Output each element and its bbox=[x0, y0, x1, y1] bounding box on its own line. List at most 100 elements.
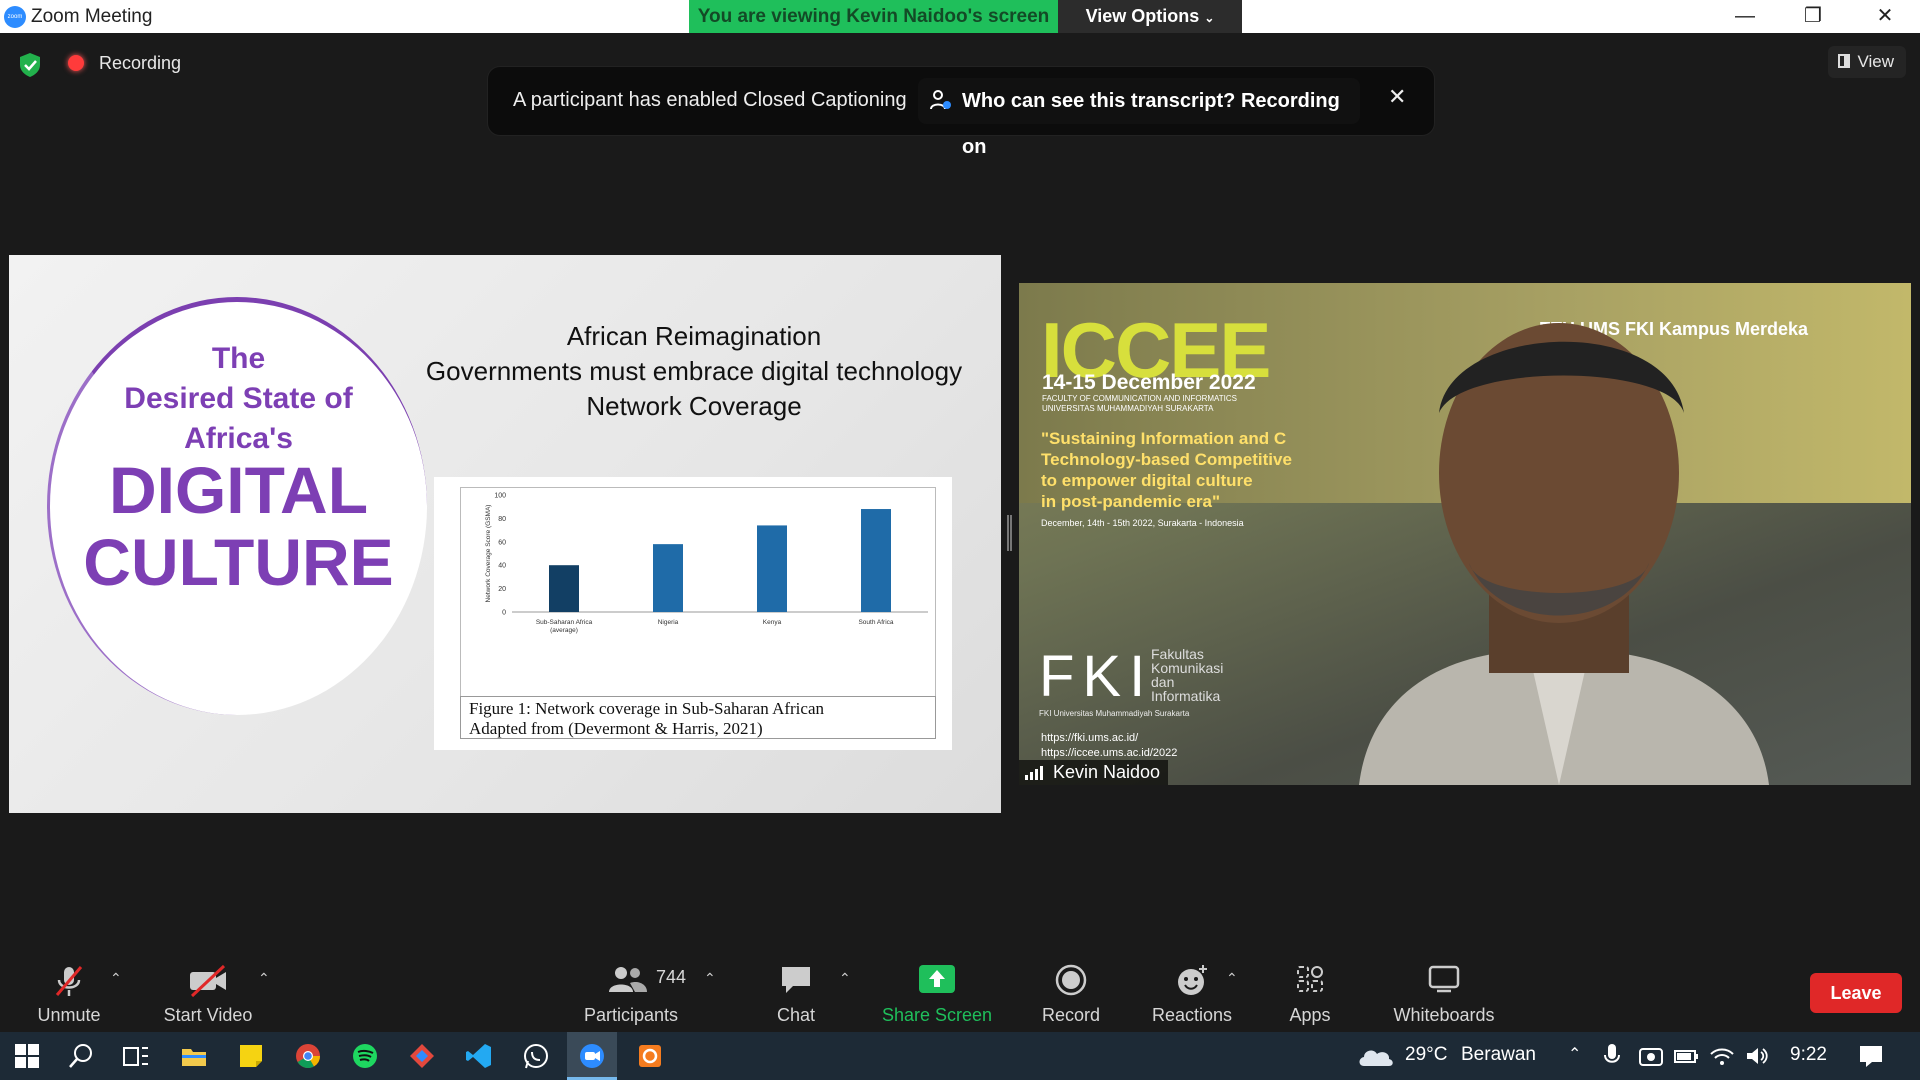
wifi-icon[interactable] bbox=[1708, 1042, 1736, 1070]
y-tick-label: 20 bbox=[498, 586, 506, 593]
meeting-toolbar: Unmute ⌃ Start Video ⌃ 744 Participants … bbox=[0, 950, 1920, 1032]
whatsapp-icon[interactable] bbox=[522, 1042, 550, 1070]
leave-button[interactable]: Leave bbox=[1810, 973, 1902, 1013]
theme-line: Technology-based Competitive bbox=[1041, 450, 1292, 469]
participants-options-caret[interactable]: ⌃ bbox=[704, 970, 716, 987]
fki-subtitle: Fakultas Komunikasi dan Informatika bbox=[1151, 647, 1223, 703]
cloud-weather-icon[interactable] bbox=[1356, 1042, 1396, 1070]
minimize-button[interactable]: — bbox=[1712, 0, 1778, 33]
shield-icon[interactable] bbox=[16, 51, 44, 79]
smiley-icon bbox=[1178, 965, 1207, 995]
share-screen-button[interactable]: Share Screen bbox=[876, 950, 998, 1032]
event-dates: 14-15 December 2022 bbox=[1042, 371, 1256, 394]
clock-time[interactable]: 9:22 bbox=[1790, 1044, 1827, 1066]
search-icon[interactable] bbox=[67, 1042, 95, 1070]
muted-microphone-icon bbox=[55, 966, 83, 996]
video-off-icon bbox=[190, 964, 226, 998]
camera-in-use-icon[interactable] bbox=[1637, 1042, 1665, 1070]
weather-temperature[interactable]: 29°C bbox=[1405, 1044, 1447, 1066]
chat-button[interactable]: Chat bbox=[760, 950, 832, 1032]
show-hidden-icons-button[interactable]: ⌃ bbox=[1568, 1044, 1581, 1064]
chat-label: Chat bbox=[776, 1005, 816, 1025]
person-info-icon bbox=[930, 90, 951, 110]
fki-subtitle-line: Komunikasi bbox=[1151, 660, 1224, 676]
event-place: December, 14th - 15th 2022, Surakarta - … bbox=[1041, 518, 1244, 528]
volume-icon[interactable] bbox=[1743, 1042, 1771, 1070]
apps-label: Apps bbox=[1289, 1005, 1331, 1025]
whiteboards-label: Whiteboards bbox=[1393, 1005, 1495, 1025]
view-options-button[interactable]: View Options ⌄ bbox=[1058, 0, 1242, 33]
vscode-icon[interactable] bbox=[465, 1042, 493, 1070]
closed-caption-banner: A participant has enabled Closed Caption… bbox=[488, 67, 1434, 158]
share-screen-icon bbox=[919, 965, 955, 993]
fki-logo: FKI bbox=[1039, 644, 1154, 709]
unmute-button[interactable]: Unmute bbox=[20, 950, 118, 1032]
chat-options-caret[interactable]: ⌃ bbox=[839, 970, 851, 987]
chat-bubble-icon bbox=[782, 967, 810, 993]
record-button[interactable]: Record bbox=[1034, 950, 1108, 1032]
bar-4 bbox=[861, 509, 891, 612]
chevron-up-icon: ⌃ bbox=[839, 970, 851, 986]
transcript-info-button[interactable]: Who can see this transcript? Recording o… bbox=[918, 78, 1360, 158]
git-app-icon[interactable] bbox=[408, 1042, 436, 1070]
slide-title: African Reimagination Governments must e… bbox=[399, 319, 989, 424]
view-button[interactable]: View bbox=[1828, 46, 1906, 78]
start-video-button[interactable]: Start Video bbox=[150, 950, 266, 1032]
chevron-down-icon: ⌄ bbox=[1204, 11, 1215, 25]
restore-button[interactable]: ❐ bbox=[1780, 0, 1846, 33]
window-title: Zoom Meeting bbox=[31, 6, 153, 27]
unmute-label: Unmute bbox=[37, 1005, 101, 1025]
video-options-caret[interactable]: ⌃ bbox=[258, 970, 270, 987]
faculty-line: FACULTY OF COMMUNICATION AND INFORMATICS bbox=[1042, 394, 1237, 403]
reactions-options-caret[interactable]: ⌃ bbox=[1226, 970, 1238, 987]
logo-line: CULTURE bbox=[83, 525, 394, 599]
view-layout-icon bbox=[1838, 54, 1850, 68]
y-tick-label: 40 bbox=[498, 563, 506, 570]
logo-line: The bbox=[211, 342, 266, 375]
close-window-button[interactable]: ✕ bbox=[1852, 0, 1918, 33]
digital-culture-logo: The Desired State of Africa's DIGITAL CU… bbox=[47, 297, 427, 715]
image-editor-icon[interactable] bbox=[636, 1042, 664, 1070]
spotify-icon[interactable] bbox=[351, 1042, 379, 1070]
y-tick-label: 0 bbox=[502, 610, 506, 617]
windows-start-icon[interactable] bbox=[13, 1042, 41, 1070]
participants-button[interactable]: 744 Participants bbox=[578, 950, 686, 1032]
whiteboards-button[interactable]: Whiteboards bbox=[1384, 950, 1504, 1032]
restore-icon: ❐ bbox=[1804, 5, 1822, 27]
logo-line: Desired State of bbox=[124, 382, 353, 415]
participants-label: Participants bbox=[583, 1005, 679, 1025]
fki-subtitle-line: dan bbox=[1151, 674, 1175, 690]
signal-bars-icon bbox=[1025, 766, 1043, 780]
figure-caption-line: Adapted from (Devermont & Harris, 2021) bbox=[469, 719, 763, 738]
sticky-notes-icon[interactable] bbox=[237, 1042, 265, 1070]
theme-line: in post-pandemic era" bbox=[1041, 492, 1221, 511]
speaker-video: ICCEE 14-15 December 2022 FACULTY OF COM… bbox=[1019, 283, 1911, 785]
view-button-label: View bbox=[1857, 52, 1894, 71]
record-icon bbox=[1055, 964, 1087, 996]
apps-grid-icon bbox=[1297, 966, 1323, 992]
chrome-icon[interactable] bbox=[294, 1042, 322, 1070]
bar-1 bbox=[549, 565, 579, 612]
faculty-line: UNIVERSITAS MUHAMMADIYAH SURAKARTA bbox=[1042, 404, 1214, 413]
bar-2 bbox=[653, 544, 683, 612]
record-label: Record bbox=[1041, 1005, 1101, 1025]
slide-title-line: Governments must embrace digital technol… bbox=[425, 356, 963, 386]
weather-description[interactable]: Berawan bbox=[1461, 1044, 1536, 1066]
battery-icon[interactable] bbox=[1672, 1042, 1700, 1070]
logo-line: DIGITAL bbox=[108, 453, 369, 527]
task-view-icon[interactable] bbox=[121, 1042, 149, 1070]
fki-subtitle-line: Informatika bbox=[1151, 688, 1221, 704]
close-banner-button[interactable]: ✕ bbox=[1388, 84, 1406, 110]
theme-line: "Sustaining Information and C bbox=[1041, 429, 1287, 448]
file-explorer-icon[interactable] bbox=[180, 1042, 208, 1070]
bar-3 bbox=[757, 525, 787, 612]
split-view-handle[interactable] bbox=[1007, 515, 1012, 551]
zoom-taskbar-button[interactable] bbox=[567, 1032, 617, 1080]
notification-center-icon[interactable] bbox=[1857, 1042, 1885, 1070]
fki-university-line: FKI Universitas Muhammadiyah Surakarta bbox=[1039, 709, 1190, 718]
reactions-button[interactable]: Reactions bbox=[1146, 950, 1238, 1032]
apps-button[interactable]: Apps bbox=[1274, 950, 1346, 1032]
network-coverage-figure: 0 20 40 60 80 100 Network Coverage Score (GSMA… bbox=[434, 477, 952, 750]
audio-options-caret[interactable]: ⌃ bbox=[110, 970, 122, 987]
microphone-icon[interactable] bbox=[1602, 1042, 1622, 1070]
